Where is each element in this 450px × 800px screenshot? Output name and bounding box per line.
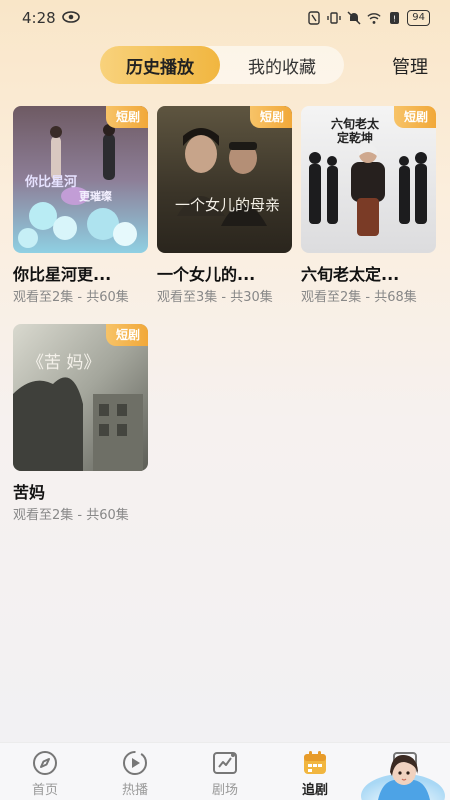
poster-image[interactable]: 一个女儿的母亲 短剧 (157, 106, 292, 253)
card-title: 你比星河更... (13, 265, 112, 284)
short-drama-badge: 短剧 (105, 324, 148, 346)
card-progress: 观看至2集 - 共60集 (13, 290, 129, 305)
svg-text:!: ! (393, 15, 396, 24)
drama-card[interactable]: 六旬老太 定乾坤 短剧 六旬老太定... 观看至2集 - 共68集 (301, 106, 437, 306)
vibrate-icon (327, 11, 341, 25)
card-progress: 观看至2集 - 共68集 (301, 290, 417, 305)
chart-icon (210, 749, 240, 777)
assistant-avatar-icon[interactable] (358, 748, 448, 800)
play-circle-icon (120, 749, 150, 777)
poster-title-art: 《苦 妈》 (27, 353, 100, 373)
poster-image[interactable]: 六旬老太 定乾坤 短剧 (301, 106, 436, 253)
svg-text:定乾坤: 定乾坤 (337, 130, 373, 145)
card-progress: 观看至3集 - 共30集 (157, 290, 273, 305)
poster-title-art: 六旬老太 (331, 116, 380, 131)
nav-theater[interactable]: 剧场 (180, 743, 270, 800)
eye-icon (61, 9, 80, 27)
drama-card[interactable]: 你比星河 更璀璨 短剧 你比星河更... 观看至2集 - 共60集 (13, 106, 149, 306)
status-time: 4:28 (22, 9, 56, 27)
wifi-icon (367, 11, 381, 25)
poster-image[interactable]: 《苦 妈》 短剧 (13, 324, 148, 471)
nav-label: 剧场 (211, 783, 238, 798)
nav-label: 追剧 (301, 783, 328, 798)
poster-image[interactable]: 你比星河 更璀璨 短剧 (13, 106, 148, 253)
short-drama-badge: 短剧 (249, 106, 292, 128)
nav-home[interactable]: 首页 (0, 743, 90, 800)
nav-label: 首页 (31, 783, 58, 798)
poster-title-art: 一个女儿的母亲 (175, 196, 280, 214)
compass-icon (30, 749, 60, 777)
card-progress: 观看至2集 - 共60集 (13, 508, 129, 523)
nav-trending[interactable]: 热播 (90, 743, 180, 800)
nav-label: 热播 (121, 783, 148, 798)
mute-icon (347, 11, 361, 25)
manage-button[interactable]: 管理 (392, 53, 428, 79)
header: 历史播放 我的收藏 管理 (0, 46, 450, 88)
tab-switcher: 历史播放 我的收藏 (100, 46, 344, 84)
short-drama-badge: 短剧 (105, 106, 148, 128)
svg-text:更璀璨: 更璀璨 (79, 189, 113, 203)
card-title: 苦妈 (13, 483, 46, 502)
nfc-icon (307, 11, 321, 25)
short-drama-badge: 短剧 (393, 106, 436, 128)
sim-icon: ! (387, 11, 401, 25)
card-title: 六旬老太定... (301, 265, 400, 284)
tab-favorites[interactable]: 我的收藏 (220, 46, 344, 84)
battery-indicator: 94 (407, 10, 430, 26)
tab-history[interactable]: 历史播放 (100, 46, 220, 84)
calendar-icon (300, 749, 330, 777)
status-bar: 4:28 ! 94 (0, 0, 450, 36)
drama-card[interactable]: 《苦 妈》 短剧 苦妈 观看至2集 - 共60集 (13, 324, 149, 524)
card-title: 一个女儿的... (157, 265, 256, 284)
nav-following[interactable]: 追剧 (270, 743, 360, 800)
drama-card[interactable]: 一个女儿的母亲 短剧 一个女儿的... 观看至3集 - 共30集 (157, 106, 293, 306)
poster-title-art: 你比星河 (24, 174, 77, 190)
